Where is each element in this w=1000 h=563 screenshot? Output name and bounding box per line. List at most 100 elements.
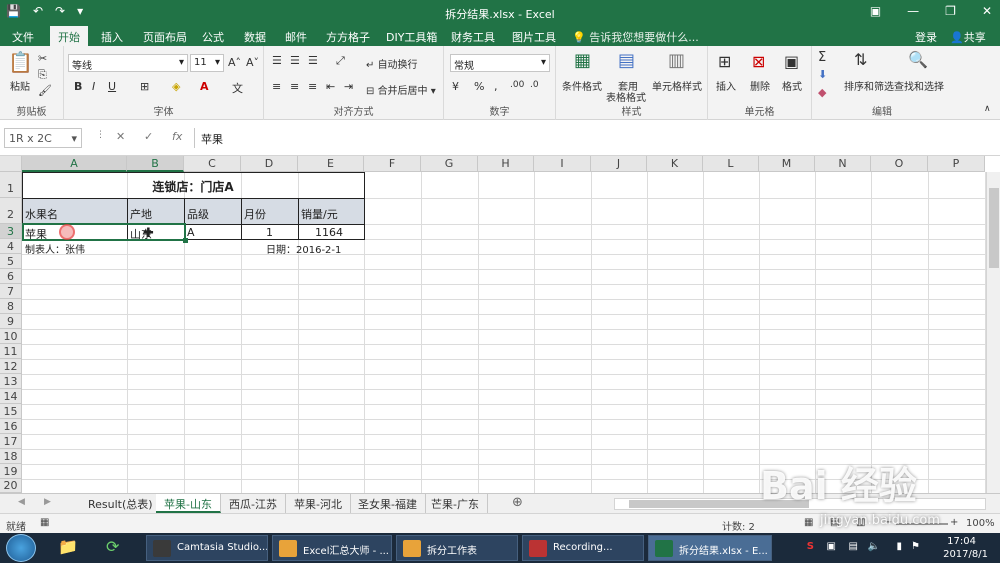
macro-record-icon[interactable]: ▦ xyxy=(40,517,49,528)
fill-handle[interactable] xyxy=(183,238,188,243)
taskbar-item-recording[interactable]: Recording... xyxy=(522,535,644,561)
sheet-tab-cherry-tomato-fujian[interactable]: 圣女果-福建 xyxy=(350,494,426,513)
network-icon[interactable]: ▤ xyxy=(849,541,858,552)
tab-data[interactable]: 数据 xyxy=(244,29,266,45)
share-button[interactable]: 👤共享 xyxy=(950,29,986,45)
select-all-corner[interactable] xyxy=(0,156,22,172)
row-header-6[interactable]: 6 xyxy=(0,269,22,284)
row-header-11[interactable]: 11 xyxy=(0,344,22,359)
tab-fangfang[interactable]: 方方格子 xyxy=(326,29,370,45)
column-header-a[interactable]: A xyxy=(22,156,127,172)
cancel-icon[interactable]: ✕ xyxy=(116,130,125,143)
tab-picture-tools[interactable]: 图片工具 xyxy=(512,29,556,45)
signal-icon[interactable]: ▮ xyxy=(896,541,902,552)
name-box[interactable]: 1R x 2C ▾ xyxy=(4,128,82,148)
row-header-5[interactable]: 5 xyxy=(0,254,22,269)
font-name-select[interactable]: 等线 ▾ xyxy=(68,54,188,72)
prev-sheet-icon[interactable]: ◀ xyxy=(18,497,25,507)
increase-decimal-icon[interactable]: .00 xyxy=(510,80,524,90)
clock-time[interactable]: 17:04 xyxy=(947,536,976,547)
taskbar-item-camtasia[interactable]: Camtasia Studio... xyxy=(146,535,268,561)
cut-icon[interactable]: ✂ xyxy=(38,52,47,65)
row-header-4[interactable]: 4 xyxy=(0,239,22,254)
restore-icon[interactable]: ❐ xyxy=(945,4,956,18)
cell-styles-button[interactable]: 单元格样式 xyxy=(652,78,702,93)
cell-e3[interactable]: 1164 xyxy=(298,226,360,239)
tab-finance-tools[interactable]: 财务工具 xyxy=(451,29,495,45)
clear-icon[interactable]: ◆ xyxy=(818,86,826,99)
sheet-tab-apple-shandong[interactable]: 苹果-山东 xyxy=(156,494,221,513)
sort-filter-button[interactable]: 排序和筛选 xyxy=(844,78,894,93)
format-cells-button[interactable]: 格式 xyxy=(782,78,802,93)
zoom-in-icon[interactable]: + xyxy=(950,517,958,528)
formula-input[interactable]: 苹果 xyxy=(194,128,990,148)
font-size-select[interactable]: 11 ▾ xyxy=(190,54,224,72)
align-left-icon[interactable]: ≡ xyxy=(272,80,281,93)
volume-icon[interactable]: 🔈 xyxy=(868,541,880,552)
tab-page-layout[interactable]: 页面布局 xyxy=(143,29,187,45)
comma-icon[interactable]: , xyxy=(494,80,498,93)
header-origin[interactable]: 产地 xyxy=(130,206,152,222)
tab-home[interactable]: 开始 xyxy=(50,26,88,46)
copy-icon[interactable]: ⎘ xyxy=(38,68,47,82)
scroll-thumb[interactable] xyxy=(989,188,999,268)
cell-d4-date[interactable]: 日期：2016-2-1 xyxy=(266,241,341,256)
percent-icon[interactable]: % xyxy=(474,80,484,93)
row-header-13[interactable]: 13 xyxy=(0,374,22,389)
ribbon-display-icon[interactable]: ▣ xyxy=(870,4,881,18)
orientation-icon[interactable]: ⤢ xyxy=(336,54,345,68)
tell-me-box[interactable]: 💡 告诉我您想要做什么... xyxy=(572,29,699,45)
input-method-icon[interactable]: S xyxy=(807,541,814,552)
find-select-icon[interactable]: 🔍 xyxy=(908,50,928,69)
cell-d3[interactable]: 1 xyxy=(241,226,298,239)
sheet-title[interactable]: 连锁店：门店A xyxy=(22,178,364,195)
decrease-decimal-icon[interactable]: .0 xyxy=(530,80,539,90)
row-header-17[interactable]: 17 xyxy=(0,434,22,449)
autosum-icon[interactable]: Σ xyxy=(818,50,826,65)
currency-icon[interactable]: ¥ xyxy=(452,80,459,93)
row-header-2[interactable]: 2 xyxy=(0,198,22,224)
sheet-tab-mango-guangdong[interactable]: 芒果-广东 xyxy=(423,494,488,513)
column-header-e[interactable]: E xyxy=(298,156,364,172)
taskbar-item-excel-file[interactable]: 拆分结果.xlsx - E... xyxy=(648,535,772,561)
login-link[interactable]: 登录 xyxy=(915,29,937,45)
align-top-icon[interactable]: ☰ xyxy=(272,54,282,67)
column-header-g[interactable]: G xyxy=(421,156,478,172)
paste-icon[interactable]: 📋 xyxy=(8,50,33,74)
align-middle-icon[interactable]: ☰ xyxy=(290,54,300,67)
taskbar-item-split-sheet[interactable]: 拆分工作表 xyxy=(396,535,518,561)
bold-icon[interactable]: B xyxy=(74,80,82,93)
row-header-8[interactable]: 8 xyxy=(0,299,22,314)
italic-icon[interactable]: I xyxy=(92,80,95,93)
format-cells-icon[interactable]: ▣ xyxy=(784,52,799,71)
conditional-format-icon[interactable]: ▦ xyxy=(574,50,591,71)
close-icon[interactable]: ✕ xyxy=(982,4,992,18)
insert-cells-icon[interactable]: ⊞ xyxy=(718,52,731,71)
row-header-1[interactable]: 1 xyxy=(0,172,22,198)
sheet-tab-summary[interactable]: Result(总表) xyxy=(80,494,162,513)
delete-cells-icon[interactable]: ⊠ xyxy=(752,52,765,71)
column-header-k[interactable]: K xyxy=(647,156,703,172)
cell-styles-icon[interactable]: ▥ xyxy=(668,50,685,71)
tab-formulas[interactable]: 公式 xyxy=(202,29,224,45)
underline-icon[interactable]: U xyxy=(108,80,116,93)
column-header-i[interactable]: I xyxy=(534,156,591,172)
tab-insert[interactable]: 插入 xyxy=(101,29,123,45)
zoom-level[interactable]: 100% xyxy=(966,518,995,529)
number-format-select[interactable]: 常规 ▾ xyxy=(450,54,550,72)
column-header-p[interactable]: P xyxy=(928,156,985,172)
row-header-15[interactable]: 15 xyxy=(0,404,22,419)
conditional-format-button[interactable]: 条件格式 xyxy=(562,78,602,93)
format-painter-icon[interactable]: 🖌 xyxy=(38,84,52,97)
tray-app-icon[interactable]: ▣ xyxy=(827,541,836,552)
add-sheet-icon[interactable]: ⊕ xyxy=(512,495,523,510)
column-header-c[interactable]: C xyxy=(184,156,241,172)
header-sales[interactable]: 销量/元 xyxy=(301,206,338,222)
delete-cells-button[interactable]: 删除 xyxy=(750,78,770,93)
taskbar-item-excel-master[interactable]: Excel汇总大师 - ... xyxy=(272,535,392,561)
font-color-icon[interactable]: A xyxy=(200,80,209,93)
align-center-icon[interactable]: ≡ xyxy=(290,80,299,93)
insert-cells-button[interactable]: 插入 xyxy=(716,78,736,93)
cell-a4-maker[interactable]: 制表人：张伟 xyxy=(25,241,85,256)
tab-diy-toolbox[interactable]: DIY工具箱 xyxy=(386,29,437,45)
